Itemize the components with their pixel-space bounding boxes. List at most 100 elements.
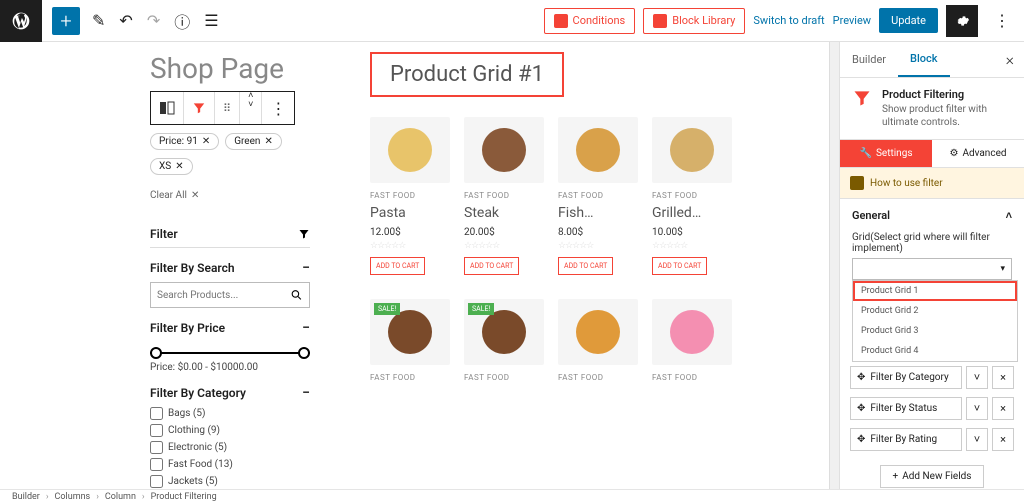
breadcrumb-item[interactable]: Builder bbox=[12, 492, 40, 502]
drag-handle-icon[interactable]: ⠿ bbox=[215, 92, 240, 124]
field-row: ✥Filter By Rating ˅ × bbox=[850, 428, 1014, 451]
filter-pill[interactable]: Green✕ bbox=[225, 133, 282, 150]
chevron-down-icon: ▾ bbox=[1000, 264, 1005, 274]
add-to-cart-button[interactable]: ADD TO CART bbox=[464, 257, 519, 275]
field-expand[interactable]: ˅ bbox=[966, 428, 988, 451]
filter-pill[interactable]: XS✕ bbox=[150, 158, 193, 175]
block-library-button[interactable]: Block Library bbox=[643, 8, 745, 34]
info-icon[interactable]: ⓘ bbox=[174, 9, 190, 33]
undo-icon[interactable]: ↶ bbox=[119, 11, 132, 30]
collapse-icon[interactable]: − bbox=[302, 260, 310, 276]
breadcrumb-item[interactable]: Columns bbox=[55, 492, 91, 502]
block-more-icon[interactable]: ⋮ bbox=[262, 92, 294, 124]
category-checkbox[interactable] bbox=[150, 424, 163, 437]
outline-icon[interactable]: ☰ bbox=[204, 11, 218, 30]
category-checkbox[interactable] bbox=[150, 407, 163, 420]
pill-remove-icon[interactable]: ✕ bbox=[202, 136, 210, 147]
sidebar-close-icon[interactable]: × bbox=[996, 50, 1024, 69]
redo-icon[interactable]: ↷ bbox=[147, 11, 160, 30]
filter-pill[interactable]: Price: 91✕ bbox=[150, 133, 219, 150]
canvas: Shop Page ⠿ ˄˅ ⋮ Price: 91✕ Green✕ XS✕ bbox=[0, 42, 839, 489]
collapse-icon[interactable]: − bbox=[302, 385, 310, 401]
grid-select-options: Product Grid 1 Product Grid 2 Product Gr… bbox=[852, 280, 1018, 362]
movers[interactable]: ˄˅ bbox=[240, 92, 262, 124]
search-icon[interactable] bbox=[290, 288, 303, 302]
grid-option[interactable]: Product Grid 4 bbox=[853, 341, 1017, 361]
product-card[interactable]: FAST FOODSteak20.00$☆☆☆☆☆ADD TO CART bbox=[464, 117, 544, 275]
product-category: FAST FOOD bbox=[464, 191, 544, 200]
add-to-cart-button[interactable]: ADD TO CART bbox=[370, 257, 425, 275]
category-item[interactable]: Fast Food (13) bbox=[150, 458, 310, 471]
update-button[interactable]: Update bbox=[879, 8, 938, 33]
add-fields-button[interactable]: +Add New Fields bbox=[880, 465, 985, 488]
pill-remove-icon[interactable]: ✕ bbox=[264, 136, 272, 147]
more-menu-icon[interactable]: ⋮ bbox=[986, 11, 1018, 30]
product-category: FAST FOOD bbox=[652, 191, 732, 200]
settings-toggle-button[interactable] bbox=[946, 5, 978, 37]
inspector-sidebar: Builder Block × Product Filtering Show p… bbox=[839, 42, 1024, 489]
product-card[interactable]: FAST FOOD bbox=[558, 299, 638, 387]
pill-remove-icon[interactable]: ✕ bbox=[175, 161, 183, 172]
drag-icon[interactable]: ✥ bbox=[857, 434, 865, 445]
product-card[interactable]: FAST FOOD bbox=[652, 299, 732, 387]
field-remove[interactable]: × bbox=[992, 428, 1014, 451]
grid-select[interactable]: ▾ Product Grid 1 Product Grid 2 Product … bbox=[852, 258, 1012, 280]
drag-icon[interactable]: ✥ bbox=[857, 403, 865, 414]
price-slider[interactable] bbox=[150, 348, 310, 358]
field-remove[interactable]: × bbox=[992, 366, 1014, 389]
drag-icon[interactable]: ✥ bbox=[857, 372, 865, 383]
top-toolbar: + ✎ ↶ ↷ ⓘ ☰ Conditions Block Library Swi… bbox=[0, 0, 1024, 42]
category-checkbox[interactable] bbox=[150, 441, 163, 454]
category-checkbox[interactable] bbox=[150, 458, 163, 471]
field-remove[interactable]: × bbox=[992, 397, 1014, 420]
tab-block[interactable]: Block bbox=[898, 42, 949, 77]
field-expand[interactable]: ˅ bbox=[966, 397, 988, 420]
block-icon[interactable] bbox=[184, 92, 215, 124]
field-item[interactable]: ✥Filter By Status bbox=[850, 397, 962, 420]
breadcrumb-item[interactable]: Column bbox=[105, 492, 136, 502]
field-item[interactable]: ✥Filter By Category bbox=[850, 366, 962, 389]
block-type-icon[interactable] bbox=[151, 92, 184, 124]
tab-builder[interactable]: Builder bbox=[840, 43, 898, 76]
category-item[interactable]: Clothing (9) bbox=[150, 424, 310, 437]
product-card[interactable]: FAST FOODFish…8.00$☆☆☆☆☆ADD TO CART bbox=[558, 117, 638, 275]
sale-badge: SALE! bbox=[468, 303, 494, 315]
product-card[interactable]: SALE!FAST FOOD bbox=[464, 299, 544, 387]
panel-general-header[interactable]: General ˄ bbox=[840, 199, 1024, 232]
product-price: 8.00$ bbox=[558, 227, 638, 238]
grid-option[interactable]: Product Grid 2 bbox=[853, 301, 1017, 321]
product-card[interactable]: FAST FOODGrilled…10.00$☆☆☆☆☆ADD TO CART bbox=[652, 117, 732, 275]
wordpress-logo[interactable] bbox=[0, 0, 42, 42]
category-item[interactable]: Electronic (5) bbox=[150, 441, 310, 454]
wrench-icon: 🔧 bbox=[860, 148, 872, 159]
product-category: FAST FOOD bbox=[370, 191, 450, 200]
conditions-button[interactable]: Conditions bbox=[544, 8, 636, 34]
sidebar-tabs: Builder Block × bbox=[840, 42, 1024, 78]
product-card[interactable]: FAST FOODPasta12.00$☆☆☆☆☆ADD TO CART bbox=[370, 117, 450, 275]
grid-option[interactable]: Product Grid 3 bbox=[853, 321, 1017, 341]
preview-link[interactable]: Preview bbox=[833, 14, 871, 27]
grid-option[interactable]: Product Grid 1 bbox=[853, 281, 1017, 301]
gear-icon bbox=[954, 13, 970, 29]
add-to-cart-button[interactable]: ADD TO CART bbox=[652, 257, 707, 275]
tab-settings[interactable]: 🔧Settings bbox=[840, 140, 932, 167]
tab-advanced[interactable]: ⚙Advanced bbox=[932, 140, 1024, 167]
edit-icon[interactable]: ✎ bbox=[92, 11, 105, 30]
add-block-button[interactable]: + bbox=[52, 7, 80, 35]
clear-all-link[interactable]: Clear All✕ bbox=[150, 190, 199, 201]
field-expand[interactable]: ˅ bbox=[966, 366, 988, 389]
breadcrumb-item[interactable]: Product Filtering bbox=[151, 492, 217, 502]
product-category: FAST FOOD bbox=[558, 373, 638, 382]
switch-draft-link[interactable]: Switch to draft bbox=[753, 14, 824, 27]
collapse-icon[interactable]: − bbox=[302, 320, 310, 336]
add-to-cart-button[interactable]: ADD TO CART bbox=[558, 257, 613, 275]
category-checkbox[interactable] bbox=[150, 475, 163, 488]
howto-banner[interactable]: How to use filter bbox=[840, 168, 1024, 199]
product-card[interactable]: SALE!FAST FOOD bbox=[370, 299, 450, 387]
category-item[interactable]: Jackets (5) bbox=[150, 475, 310, 488]
field-item[interactable]: ✥Filter By Rating bbox=[850, 428, 962, 451]
mode-tabs: 🔧Settings ⚙Advanced bbox=[840, 140, 1024, 168]
category-item[interactable]: Bags (5) bbox=[150, 407, 310, 420]
canvas-scrollbar[interactable] bbox=[829, 42, 839, 489]
search-input[interactable] bbox=[157, 290, 290, 301]
